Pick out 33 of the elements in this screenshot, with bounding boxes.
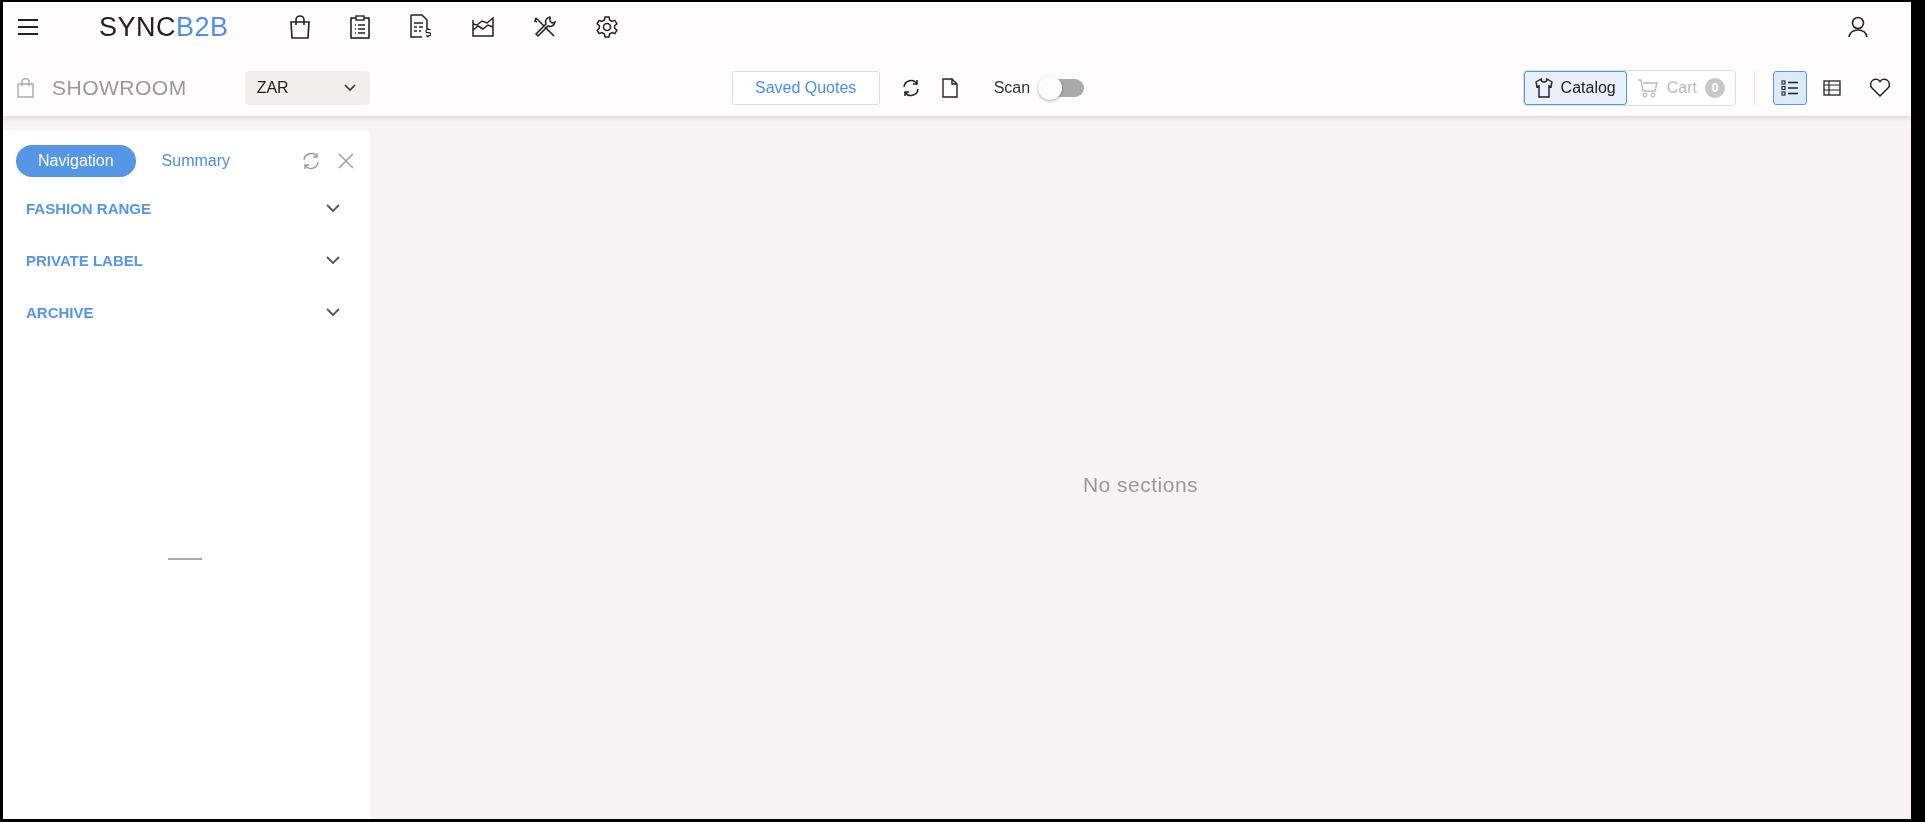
sidebar-tab[interactable]: Summary: [139, 145, 253, 177]
empty-message: No sections: [1082, 472, 1199, 497]
currency-dropdown[interactable]: ZAR: [244, 71, 370, 105]
document-icon[interactable]: [941, 78, 958, 98]
list-view-button[interactable]: [1773, 71, 1807, 105]
section-header[interactable]: ARCHIVE: [16, 286, 354, 338]
list-icon: [1781, 80, 1799, 96]
shirt-icon: [1534, 78, 1553, 98]
menu-icon[interactable]: [17, 18, 39, 36]
section-header[interactable]: FASHION RANGE: [16, 182, 354, 234]
scan-toggle[interactable]: [1040, 79, 1085, 97]
table-icon: [1823, 80, 1841, 96]
close-icon[interactable]: [338, 153, 354, 169]
heart-icon[interactable]: [1869, 78, 1891, 98]
dash-mark: [168, 557, 202, 560]
page-title: SHOWROOM: [52, 76, 187, 100]
settings-icon[interactable]: [594, 15, 619, 39]
scan-label: Scan: [993, 79, 1031, 97]
tools-icon[interactable]: [532, 15, 557, 39]
refresh-icon[interactable]: [901, 79, 920, 97]
invoice-icon[interactable]: [408, 14, 433, 40]
sidebar-tab[interactable]: Navigation: [16, 145, 136, 177]
cart-icon: [1636, 78, 1659, 98]
logo: SYNCB2B: [99, 11, 229, 43]
saved-quotes-button[interactable]: Saved Quotes: [731, 71, 880, 105]
user-icon[interactable]: [1847, 16, 1869, 38]
shopping-bag-icon[interactable]: [288, 15, 311, 39]
clipboard-icon[interactable]: [348, 15, 371, 39]
area-chart-icon[interactable]: [470, 16, 495, 38]
shopping-bag-icon: [17, 78, 34, 98]
section-header[interactable]: PRIVATE LABEL: [16, 234, 354, 286]
catalog-tab[interactable]: Catalog: [1523, 71, 1627, 105]
chevron-icon: [343, 84, 356, 92]
